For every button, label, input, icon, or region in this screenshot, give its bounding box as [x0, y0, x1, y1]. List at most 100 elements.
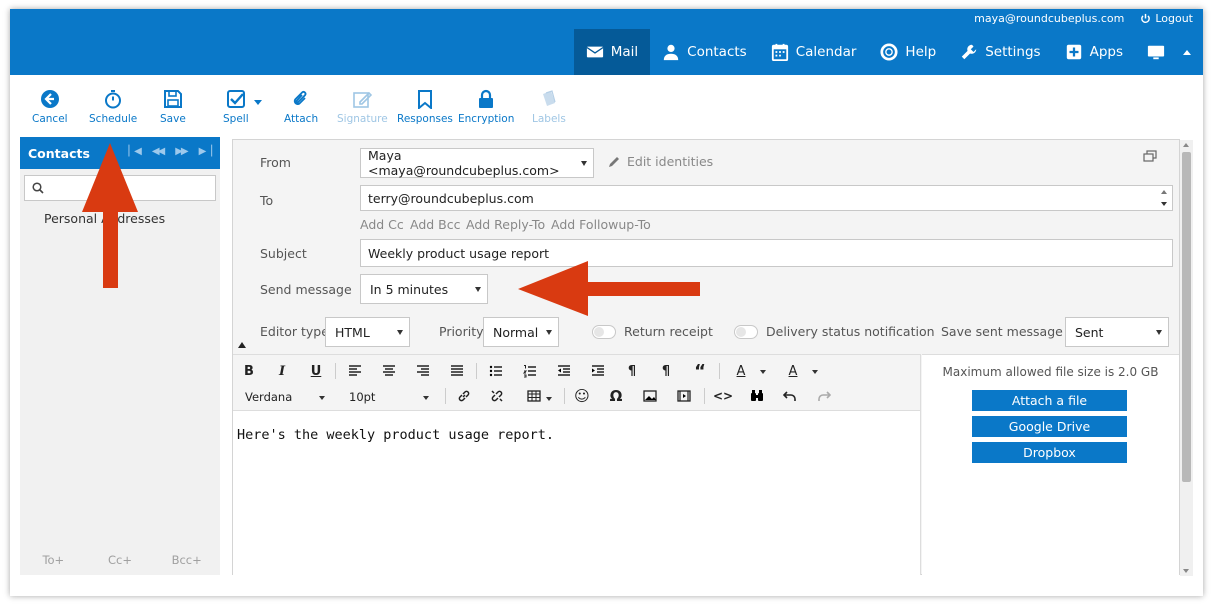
contacts-search-input[interactable]: [24, 175, 216, 201]
monitor-icon: [1147, 45, 1165, 60]
responses-button[interactable]: Responses: [397, 89, 453, 125]
cancel-button[interactable]: Cancel: [32, 89, 68, 125]
underline-icon[interactable]: U: [305, 361, 327, 381]
search-replace-icon[interactable]: [746, 386, 768, 406]
separator: [704, 388, 705, 404]
image-icon[interactable]: [639, 386, 661, 406]
labels-button[interactable]: Labels: [532, 89, 566, 125]
scroll-down-icon[interactable]: [1183, 569, 1189, 573]
delivery-notification-toggle[interactable]: [734, 325, 758, 339]
spell-dropdown-toggle[interactable]: [254, 100, 262, 105]
font-size-select[interactable]: 10pt: [349, 390, 375, 404]
attach-file-button[interactable]: Attach a file: [972, 390, 1127, 411]
compose-scrollbar[interactable]: [1180, 140, 1193, 576]
add-bcc-link[interactable]: Add Bcc: [410, 217, 461, 232]
nav-settings[interactable]: Settings: [948, 29, 1052, 75]
text-color-icon[interactable]: A: [730, 361, 752, 381]
next-page-icon[interactable]: ▶▶: [175, 146, 188, 157]
add-bcc-button[interactable]: Bcc+: [153, 553, 220, 567]
align-right-icon[interactable]: [412, 361, 434, 381]
chevron-down-icon[interactable]: [319, 396, 325, 400]
rtl-paragraph-icon[interactable]: ¶: [655, 361, 677, 381]
nav-calendar[interactable]: Calendar: [759, 29, 869, 75]
numbered-list-icon[interactable]: [519, 361, 541, 381]
collapse-options-icon[interactable]: [238, 342, 246, 348]
align-left-icon[interactable]: [344, 361, 366, 381]
main-nav: Mail Contacts Calendar Help Settings App…: [573, 29, 1203, 75]
background-color-icon[interactable]: A: [782, 361, 804, 381]
add-cc-link[interactable]: Add Cc: [360, 217, 404, 232]
scroll-up-icon[interactable]: [1183, 143, 1189, 147]
undo-icon[interactable]: [779, 386, 801, 406]
save-button[interactable]: Save: [160, 89, 186, 125]
add-followup-to-link[interactable]: Add Followup-To: [551, 217, 651, 232]
chevron-down-icon[interactable]: [546, 397, 552, 401]
media-icon[interactable]: [673, 386, 695, 406]
unlink-icon[interactable]: [486, 386, 508, 406]
align-center-icon[interactable]: [378, 361, 400, 381]
return-receipt-toggle[interactable]: [592, 325, 616, 339]
to-input[interactable]: terry@roundcubeplus.com: [360, 185, 1173, 211]
scroll-up-icon[interactable]: [1161, 190, 1167, 194]
edit-identities-link[interactable]: Edit identities: [608, 154, 713, 169]
scroll-down-icon[interactable]: [1161, 202, 1167, 206]
contacts-title: Contacts: [28, 145, 90, 161]
nav-mail[interactable]: Mail: [573, 29, 651, 75]
subject-input[interactable]: Weekly product usage report: [360, 239, 1173, 267]
add-to-button[interactable]: To+: [20, 553, 87, 567]
source-code-icon[interactable]: <>: [712, 386, 734, 406]
editor-type-select[interactable]: HTML: [325, 317, 410, 347]
editor-type-label: Editor type: [260, 324, 329, 339]
spell-button[interactable]: Spell: [223, 89, 249, 125]
chevron-down-icon[interactable]: [760, 370, 766, 374]
from-select[interactable]: Maya <maya@roundcubeplus.com>: [360, 148, 594, 178]
message-body[interactable]: Here's the weekly product usage report.: [237, 427, 554, 443]
address-book-personal[interactable]: Personal Addresses: [44, 211, 220, 226]
dropbox-button[interactable]: Dropbox: [972, 442, 1127, 463]
from-label: From: [260, 155, 291, 170]
bold-icon[interactable]: B: [238, 361, 260, 381]
align-justify-icon[interactable]: [446, 361, 468, 381]
save-sent-select[interactable]: Sent: [1065, 317, 1169, 347]
link-icon[interactable]: [453, 386, 475, 406]
redo-icon[interactable]: [813, 386, 835, 406]
font-family-select[interactable]: Verdana: [245, 390, 292, 404]
signature-button[interactable]: Signature: [337, 89, 388, 125]
special-char-icon[interactable]: Ω: [605, 386, 627, 406]
last-page-icon[interactable]: ▶▕: [199, 146, 212, 157]
nav-contacts[interactable]: Contacts: [650, 29, 759, 75]
schedule-button[interactable]: Schedule: [89, 89, 137, 125]
logout-link[interactable]: Logout: [1140, 12, 1193, 25]
scroll-thumb[interactable]: [1182, 152, 1191, 482]
nav-layout[interactable]: [1135, 29, 1177, 75]
nav-apps[interactable]: Apps: [1053, 29, 1135, 75]
collapse-header-button[interactable]: [1177, 29, 1203, 75]
send-message-value: In 5 minutes: [370, 281, 449, 297]
emoticon-icon[interactable]: ☺: [571, 386, 593, 406]
ltr-paragraph-icon[interactable]: ¶: [621, 361, 643, 381]
nav-help[interactable]: Help: [868, 29, 948, 75]
add-reply-to-link[interactable]: Add Reply-To: [466, 217, 545, 232]
priority-select[interactable]: Normal: [483, 317, 559, 347]
outdent-icon[interactable]: [553, 361, 575, 381]
table-icon[interactable]: [523, 386, 545, 406]
edit-identities-label: Edit identities: [627, 154, 714, 169]
contacts-panel: Contacts ▏◀ ◀◀ ▶▶ ▶▕ Personal Addresses …: [20, 137, 220, 575]
send-message-select[interactable]: In 5 minutes: [360, 274, 488, 304]
bullet-list-icon[interactable]: [485, 361, 507, 381]
italic-icon[interactable]: I: [271, 361, 293, 381]
person-icon: [663, 44, 679, 61]
detach-window-icon[interactable]: [1143, 150, 1157, 162]
attach-button[interactable]: Attach: [284, 89, 318, 125]
compose-form: From Maya <maya@roundcubeplus.com> Edit …: [232, 139, 1193, 576]
first-page-icon[interactable]: ▏◀: [128, 146, 141, 157]
blockquote-icon[interactable]: “: [689, 361, 711, 382]
indent-icon[interactable]: [587, 361, 609, 381]
chevron-down-icon[interactable]: [812, 370, 818, 374]
chevron-down-icon[interactable]: [423, 396, 429, 400]
encryption-button[interactable]: Encryption: [458, 89, 514, 125]
google-drive-button[interactable]: Google Drive: [972, 416, 1127, 437]
add-cc-button[interactable]: Cc+: [87, 553, 154, 567]
prev-page-icon[interactable]: ◀◀: [152, 146, 165, 157]
logout-label: Logout: [1155, 12, 1193, 25]
